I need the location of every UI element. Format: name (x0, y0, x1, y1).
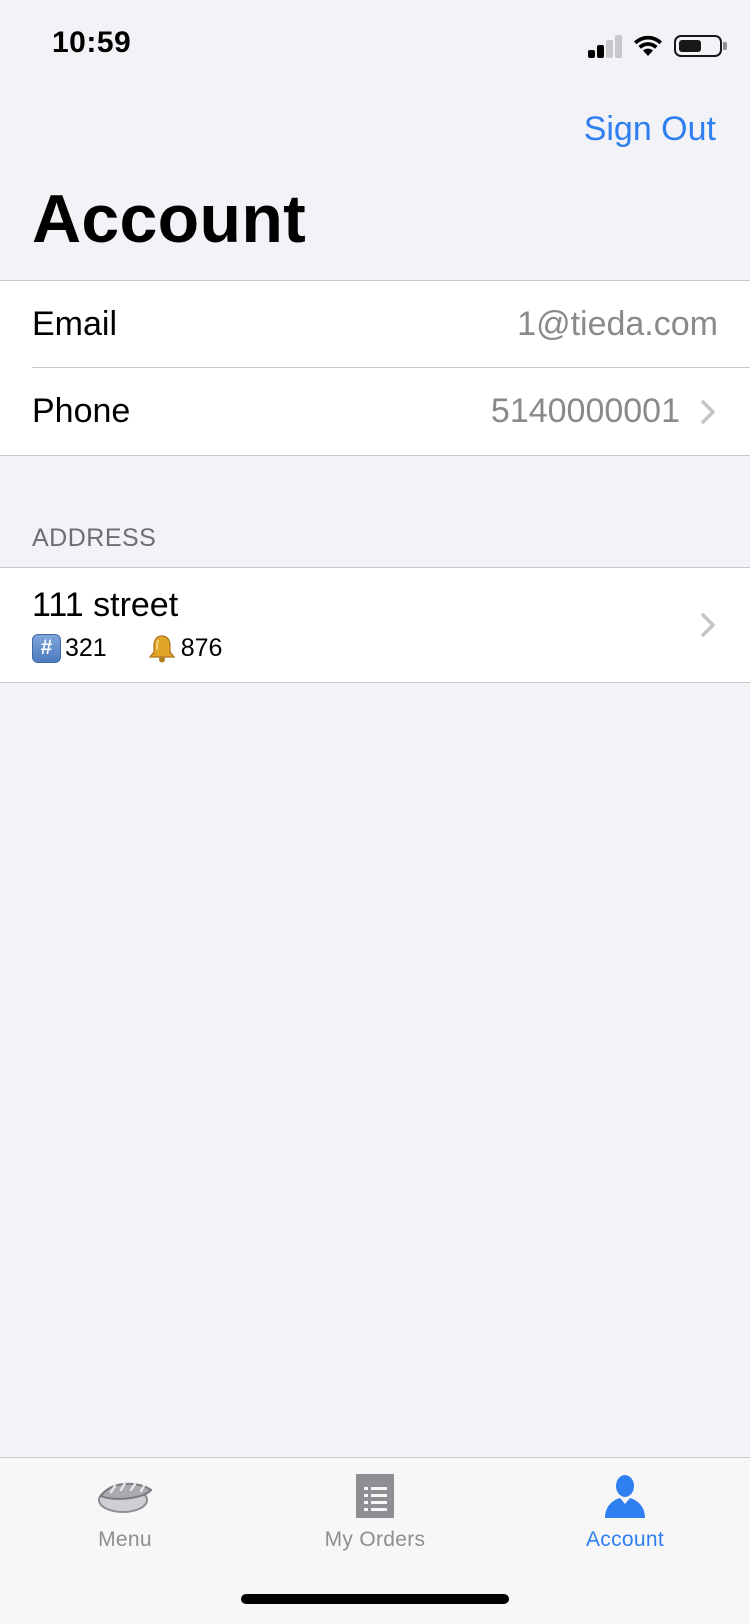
hash-keycap-icon: # (32, 633, 61, 663)
sushi-icon (95, 1472, 155, 1520)
tab-my-orders[interactable]: My Orders (250, 1458, 500, 1568)
person-icon (603, 1472, 647, 1520)
address-row[interactable]: 111 street # 321 876 (0, 568, 750, 682)
wifi-icon (632, 34, 664, 58)
chevron-right-icon (698, 397, 718, 427)
home-indicator[interactable] (241, 1594, 509, 1604)
buzzer-number: 876 (180, 633, 223, 662)
status-time: 10:59 (52, 26, 132, 59)
battery-icon (674, 35, 722, 57)
phone-value: 5140000001 (490, 392, 680, 430)
account-screen: 10:59 Sign Out Account Email 1@tieda.com… (0, 0, 750, 1624)
sign-out-button[interactable]: Sign Out (584, 110, 716, 149)
status-bar: 10:59 (0, 0, 750, 92)
address-section-header: ADDRESS (32, 524, 157, 552)
address-street: 111 street (32, 586, 179, 624)
page-title: Account (32, 181, 307, 257)
bell-icon (147, 633, 177, 663)
receipt-list-icon (355, 1472, 395, 1520)
battery-tip (723, 42, 727, 50)
account-info-group: Email 1@tieda.com Phone 5140000001 (0, 280, 750, 456)
tab-my-orders-label: My Orders (324, 1528, 426, 1551)
tab-menu-label: Menu (98, 1528, 152, 1551)
email-row: Email 1@tieda.com (0, 281, 750, 368)
chevron-right-icon (698, 610, 718, 640)
phone-label: Phone (32, 392, 131, 430)
unit-number: 321 (65, 633, 107, 662)
tab-account-label: Account (586, 1528, 664, 1551)
email-value: 1@tieda.com (517, 305, 718, 343)
address-group: 111 street # 321 876 (0, 567, 750, 683)
email-label: Email (32, 305, 118, 343)
cellular-signal-icon (588, 34, 624, 58)
tab-account[interactable]: Account (500, 1458, 750, 1568)
tab-menu[interactable]: Menu (0, 1458, 250, 1568)
address-details: # 321 876 (32, 633, 222, 663)
phone-row[interactable]: Phone 5140000001 (0, 368, 750, 455)
